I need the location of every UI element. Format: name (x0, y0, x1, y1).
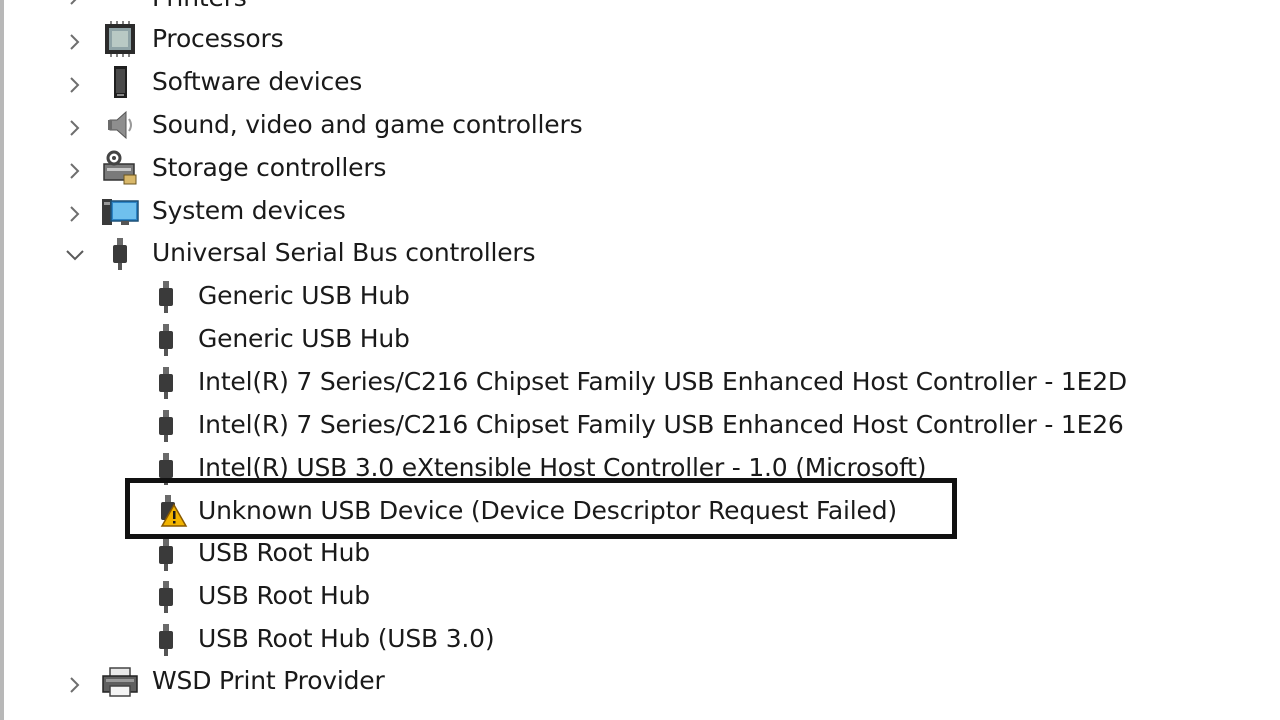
storage-controller-icon (101, 149, 139, 187)
chevron-down-icon[interactable] (64, 244, 86, 266)
speaker-icon (101, 106, 139, 144)
tree-item-software-devices[interactable]: Software devices (152, 60, 362, 103)
tree-item-processors[interactable]: Processors (152, 17, 284, 60)
tree-item-label: USB Root Hub (USB 3.0) (198, 624, 495, 653)
usb-icon (147, 578, 185, 616)
tree-item-sound-video-game-controllers[interactable]: Sound, video and game controllers (152, 103, 583, 146)
tree-item-label: Processors (152, 24, 284, 53)
tree-item-usb-root-hub[interactable]: USB Root Hub (198, 574, 370, 617)
tree-item-generic-usb-hub[interactable]: Generic USB Hub (198, 274, 410, 317)
chevron-right-icon[interactable] (64, 117, 86, 139)
chevron-right-icon[interactable] (64, 203, 86, 225)
usb-icon (147, 621, 185, 659)
highlight-box (125, 478, 957, 539)
usb-icon (147, 407, 185, 445)
tree-item-generic-usb-hub[interactable]: Generic USB Hub (198, 317, 410, 360)
usb-icon (147, 321, 185, 359)
chevron-right-icon[interactable] (64, 0, 86, 8)
usb-icon (147, 364, 185, 402)
tree-item-label: Storage controllers (152, 153, 387, 182)
chevron-right-icon[interactable] (64, 674, 86, 696)
chevron-right-icon[interactable] (64, 74, 86, 96)
tree-item-label: Intel(R) 7 Series/C216 Chipset Family US… (198, 367, 1127, 396)
tree-item-intel-ehci-1e2d[interactable]: Intel(R) 7 Series/C216 Chipset Family US… (198, 360, 1127, 403)
usb-icon (101, 235, 139, 273)
tree-item-label: System devices (152, 196, 346, 225)
tree-item-usb-root-hub-usb3[interactable]: USB Root Hub (USB 3.0) (198, 617, 495, 660)
tree-item-label: Universal Serial Bus controllers (152, 238, 536, 267)
system-device-icon (101, 192, 139, 230)
software-device-icon (101, 63, 139, 101)
tree-item-label: WSD Print Provider (152, 666, 385, 695)
device-tree: Printers Processors Software devi (0, 0, 1280, 720)
tree-item-label: Intel(R) 7 Series/C216 Chipset Family US… (198, 410, 1124, 439)
tree-item-label: Software devices (152, 67, 363, 96)
usb-icon (147, 536, 185, 574)
chevron-right-icon[interactable] (64, 31, 86, 53)
tree-item-label: USB Root Hub (198, 581, 370, 610)
chevron-right-icon[interactable] (64, 160, 86, 182)
tree-item-label: Sound, video and game controllers (152, 110, 583, 139)
tree-item-label: Generic USB Hub (198, 281, 410, 310)
tree-item-storage-controllers[interactable]: Storage controllers (152, 146, 386, 189)
usb-icon (147, 278, 185, 316)
printer-icon (101, 663, 139, 701)
tree-item-usb-controllers[interactable]: Universal Serial Bus controllers (152, 231, 536, 274)
tree-item-intel-ehci-1e26[interactable]: Intel(R) 7 Series/C216 Chipset Family US… (198, 403, 1124, 446)
tree-item-label: Generic USB Hub (198, 324, 410, 353)
tree-item-wsd-print-provider[interactable]: WSD Print Provider (152, 659, 385, 702)
processor-icon (101, 20, 139, 58)
tree-item-system-devices[interactable]: System devices (152, 189, 346, 232)
